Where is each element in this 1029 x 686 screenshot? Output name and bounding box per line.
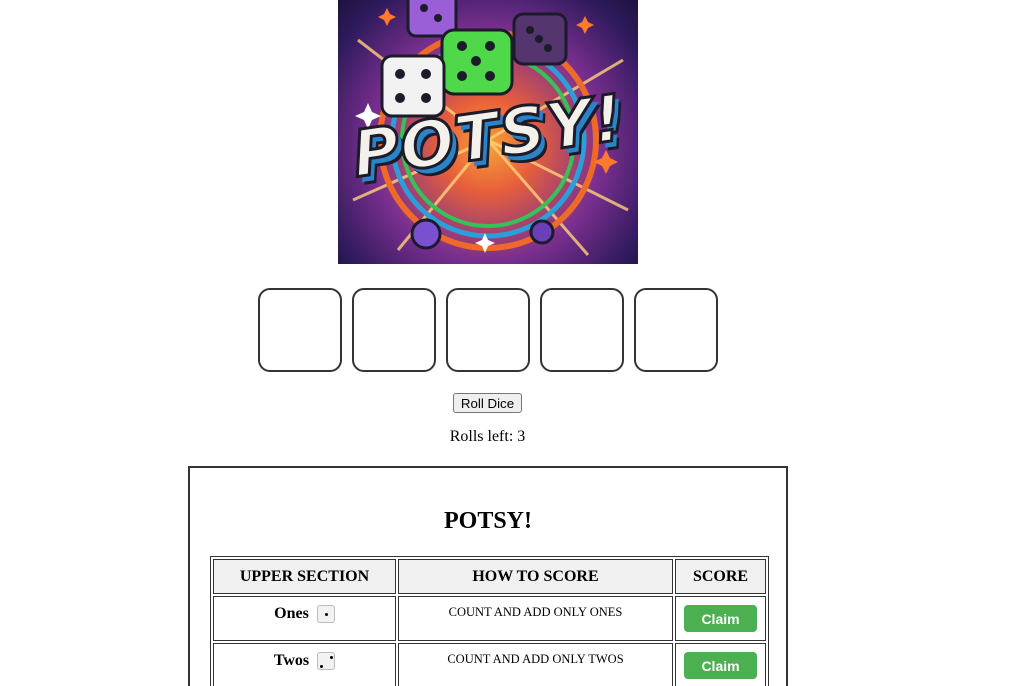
how-to-score-text: COUNT AND ADD ONLY ONES: [448, 605, 623, 619]
dice-tray: [258, 288, 718, 372]
die-slot-4[interactable]: [540, 288, 624, 372]
scorecard: POTSY! UPPER SECTION HOW TO SCORE SCORE …: [188, 466, 788, 686]
table-row: Ones COUNT AND ADD ONLY ONES Claim: [213, 596, 766, 641]
header-how-to-score: HOW TO SCORE: [398, 559, 673, 594]
potsy-logo: POTSY!: [338, 0, 638, 264]
die-slot-2[interactable]: [352, 288, 436, 372]
category-cell: Ones: [213, 596, 396, 641]
how-to-score-text: COUNT AND ADD ONLY TWOS: [447, 652, 624, 666]
die-slot-1[interactable]: [258, 288, 342, 372]
how-to-score-cell: COUNT AND ADD ONLY ONES: [398, 596, 673, 641]
rolls-left-text: Rolls left: 3: [449, 428, 526, 445]
scorecard-title: POTSY!: [443, 508, 532, 534]
header-score: SCORE: [675, 559, 766, 594]
category-cell: Twos: [213, 643, 396, 686]
score-cell: Claim: [675, 596, 766, 641]
score-table-header: UPPER SECTION HOW TO SCORE SCORE: [213, 559, 766, 594]
claim-ones-button[interactable]: Claim: [684, 605, 757, 632]
category-label: Twos: [273, 652, 310, 669]
claim-twos-button[interactable]: Claim: [684, 652, 757, 679]
die-slot-5[interactable]: [634, 288, 718, 372]
category-label: Ones: [274, 605, 309, 622]
die-face-two-icon: [317, 652, 336, 670]
die-slot-3[interactable]: [446, 288, 530, 372]
die-face-one-icon: [316, 605, 335, 623]
score-table: UPPER SECTION HOW TO SCORE SCORE Ones CO…: [210, 556, 769, 686]
how-to-score-cell: COUNT AND ADD ONLY TWOS: [398, 643, 673, 686]
roll-dice-button[interactable]: Roll Dice: [453, 393, 522, 413]
header-upper-section: UPPER SECTION: [213, 559, 396, 594]
table-row: Twos COUNT AND ADD ONLY TWOS Claim: [213, 643, 766, 686]
score-cell: Claim: [675, 643, 766, 686]
potsy-game-page: POTSY! Roll Dice Rolls left: 3 POTSY! UP…: [0, 0, 1029, 686]
